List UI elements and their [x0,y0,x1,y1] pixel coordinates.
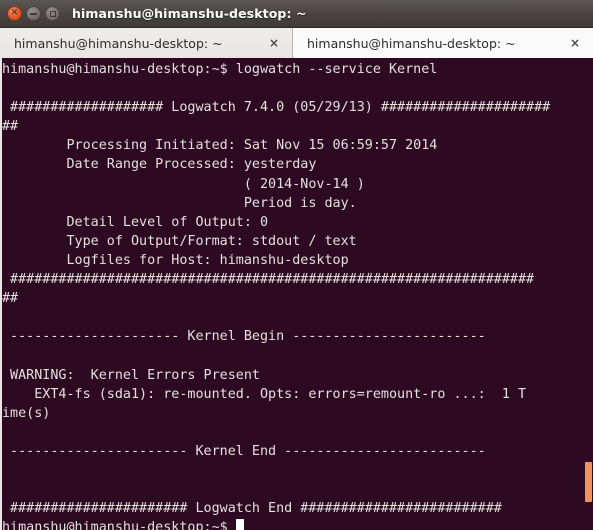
terminal-line: Logfiles for Host: himanshu-desktop [2,252,349,268]
terminal-line: himanshu@himanshu-desktop:~$ logwatch --… [2,62,438,77]
terminal-line: Processing Initiated: Sat Nov 15 06:59:5… [2,138,438,154]
terminal-line: EXT4-fs (sda1): re-mounted. Opts: errors… [2,386,527,402]
close-button[interactable]: ✕ [7,6,22,21]
terminal-line: Type of Output/Format: stdout / text [2,233,357,249]
minimize-icon [27,7,40,20]
terminal-line: Date Range Processed: yesterday [2,157,317,173]
window-controls: ✕ [7,6,60,21]
terminal-line: --------------------- Kernel Begin -----… [2,329,486,345]
minimize-button[interactable] [26,6,41,21]
tab-terminal-2[interactable]: himanshu@himanshu-desktop: ~ × [293,28,593,58]
window-title: himanshu@himanshu-desktop: ~ [72,6,307,21]
shell-prompt: himanshu@himanshu-desktop:~$ [2,520,236,530]
tab-terminal-1[interactable]: himanshu@himanshu-desktop: ~ × [0,28,293,58]
terminal-line: ################### Logwatch 7.4.0 (05/2… [2,100,551,116]
terminal-line: ###################### Logwatch End ####… [2,501,502,517]
terminal-prompt-line: himanshu@himanshu-desktop:~$ [2,518,593,530]
maximize-icon [46,7,59,20]
terminal-line: ime(s) [2,405,51,421]
tab-label: himanshu@himanshu-desktop: ~ [307,35,516,51]
terminal-output-area[interactable]: himanshu@himanshu-desktop:~$ logwatch --… [0,58,593,530]
text-cursor [235,519,244,530]
terminal-line: Detail Level of Output: 0 [2,214,269,230]
terminal-line: Period is day. [2,195,357,211]
scrollbar-thumb[interactable] [585,462,592,502]
vertical-scrollbar[interactable] [584,58,593,530]
terminal-line: WARNING: Kernel Errors Present [2,367,260,383]
terminal-line: ---------------------- Kernel End ------… [2,443,486,459]
terminal-text-content: himanshu@himanshu-desktop:~$ logwatch --… [2,60,593,530]
close-icon: ✕ [10,8,19,18]
tab-close-icon[interactable]: × [266,36,282,50]
tab-bar: himanshu@himanshu-desktop: ~ × himanshu@… [0,28,593,58]
terminal-line: ( 2014-Nov-14 ) [2,176,365,192]
tab-close-icon[interactable]: × [567,36,583,50]
terminal-line: ## [2,119,19,135]
window-titlebar: ✕ himanshu@himanshu-desktop: ~ [0,0,593,28]
terminal-line: ## [2,291,19,307]
maximize-button[interactable] [45,6,60,21]
terminal-line: ########################################… [2,272,535,288]
terminal-window: ✕ himanshu@himanshu-desktop: ~ himanshu@… [0,0,593,530]
tab-label: himanshu@himanshu-desktop: ~ [14,35,223,51]
